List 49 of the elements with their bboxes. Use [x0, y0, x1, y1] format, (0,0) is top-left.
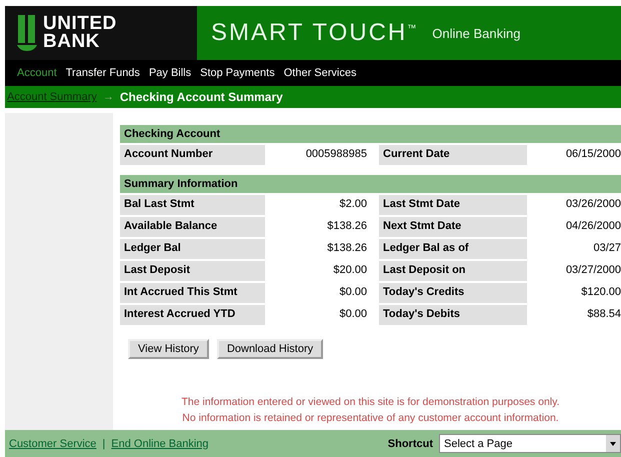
breadcrumb-current: Checking Account Summary	[120, 90, 283, 104]
field-label: Last Stmt Date	[379, 195, 527, 215]
shortcut-label: Shortcut	[388, 438, 433, 450]
field-value: $2.00	[338, 197, 367, 212]
field-value: 0005988985	[304, 147, 367, 162]
field-label: Today's Debits	[379, 305, 527, 325]
section-header: Checking Account	[120, 125, 621, 143]
history-button[interactable]: View History	[128, 339, 209, 359]
field-label: Current Date	[379, 145, 527, 165]
nav-link[interactable]: Transfer Funds	[66, 67, 140, 79]
field-value: $138.26	[326, 241, 367, 256]
tagline: Online Banking	[432, 26, 520, 40]
field-label: Interest Accrued YTD	[120, 305, 265, 325]
field-label: Int Accrued This Stmt	[120, 283, 265, 303]
field-label: Ledger Bal as of	[379, 239, 527, 259]
disclaimer-text: The information entered or viewed on this site is for demonstration purposes only.	[180, 395, 560, 410]
field-value: 03/27	[592, 241, 621, 256]
history-button[interactable]: Download History	[216, 339, 324, 359]
field-value: $20.00	[332, 263, 367, 278]
field-value: $88.54	[586, 307, 621, 322]
product-title: SMART TOUCH$^{™}$	[211, 19, 418, 47]
nav-link[interactable]: Stop Payments	[200, 67, 275, 79]
field-value: 03/27/2000	[564, 263, 621, 278]
field-value: 03/26/2000	[564, 197, 621, 212]
nav-link[interactable]: Other Services	[284, 67, 356, 79]
bank-name: UNITED BANK	[43, 15, 117, 51]
breadcrumb-separator: →	[102, 91, 114, 103]
nav-link[interactable]: Account	[17, 67, 57, 79]
field-value: 06/15/2000	[564, 147, 621, 162]
field-value: 04/26/2000	[564, 219, 621, 234]
nav-link[interactable]: Pay Bills	[148, 67, 192, 79]
field-value: $138.26	[326, 219, 367, 234]
field-label: Today's Credits	[379, 283, 527, 303]
field-label: Last Deposit	[120, 261, 265, 281]
field-label: Ledger Bal	[120, 239, 265, 259]
field-value: $0.00	[338, 307, 367, 322]
footer-separator: |	[102, 438, 106, 450]
field-value: $0.00	[338, 285, 367, 300]
disclaimer-text: No information is retained or representative of any customer account information.	[181, 411, 560, 426]
field-value: $120.00	[580, 285, 621, 300]
field-label: Available Balance	[120, 217, 265, 237]
field-label: Last Deposit on	[379, 261, 527, 281]
field-label: Account Number	[120, 145, 265, 165]
field-label: Next Stmt Date	[379, 217, 527, 237]
section-header: Summary Information	[120, 175, 621, 193]
dropdown-icon	[606, 435, 620, 452]
page-select[interactable]: Select a Page	[439, 434, 621, 453]
field-label: Bal Last Stmt	[120, 195, 265, 215]
logo-icon	[17, 15, 39, 51]
